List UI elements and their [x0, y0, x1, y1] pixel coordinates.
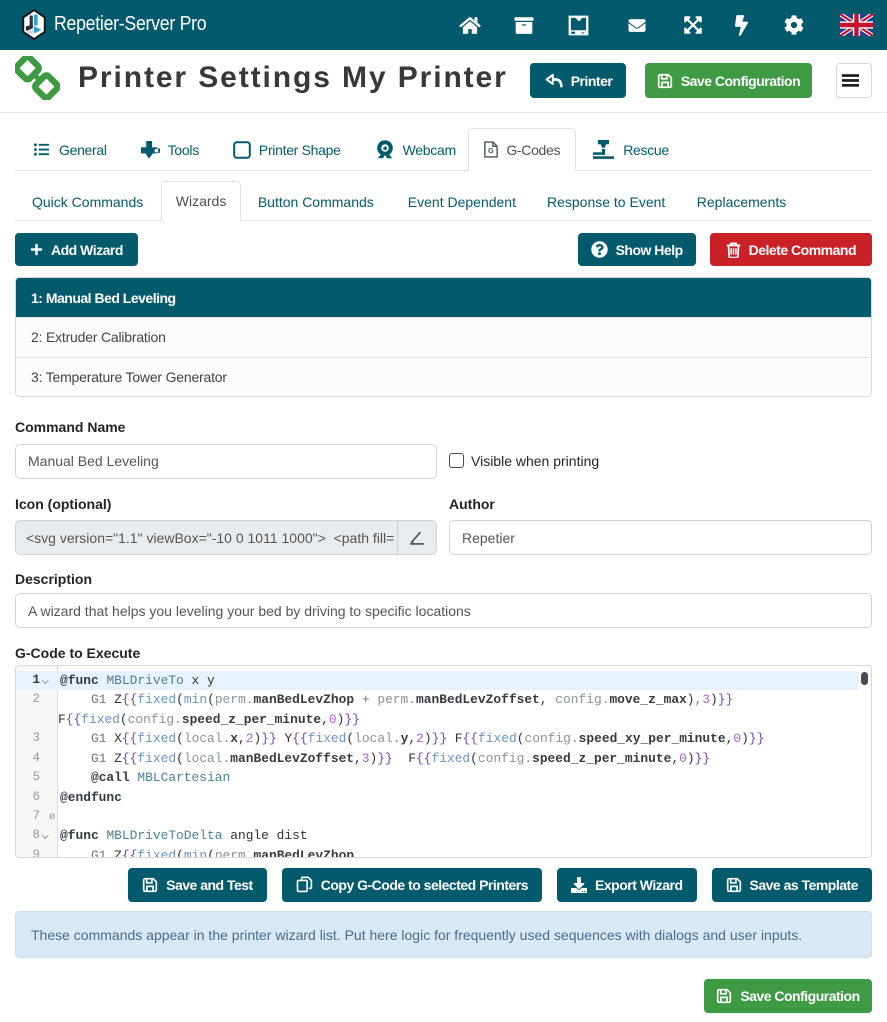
- svg-text:G: G: [488, 146, 494, 155]
